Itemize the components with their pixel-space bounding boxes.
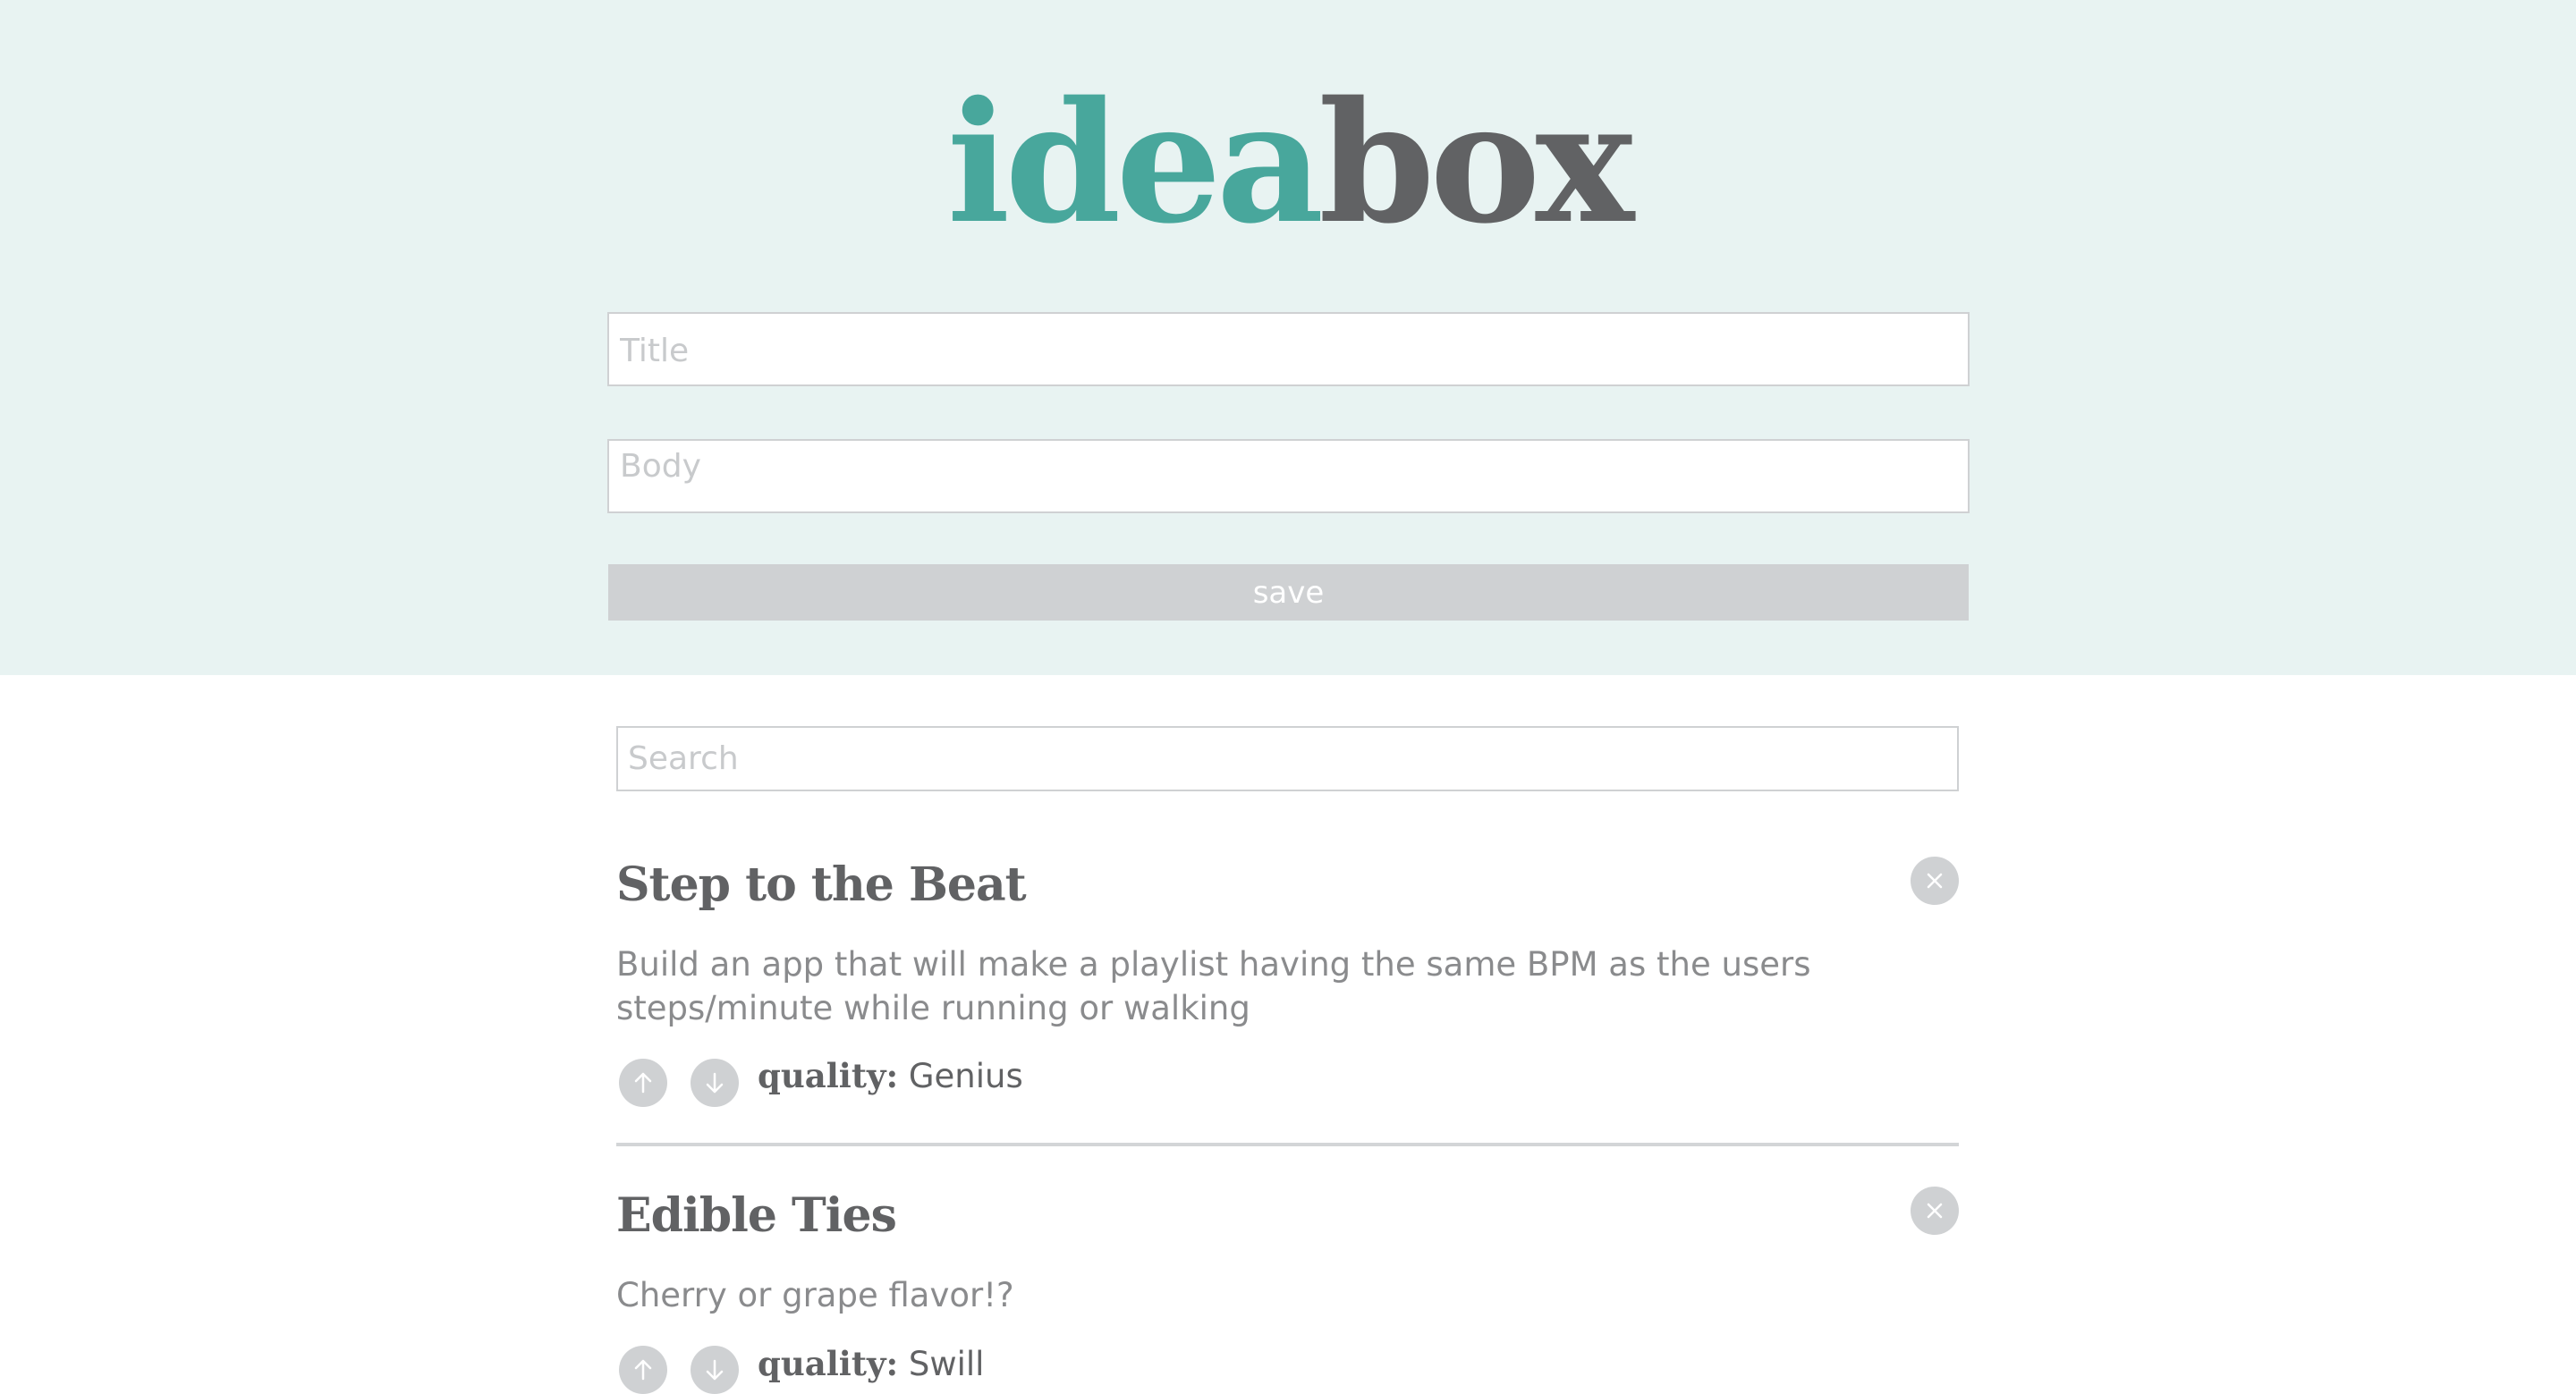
idea-title: Step to the Beat: [616, 858, 1027, 912]
idea-divider: [616, 1143, 1959, 1146]
idea-body: Build an app that will make a playlist h…: [616, 945, 1811, 1027]
header: ideabox save: [0, 0, 2576, 675]
quality-label: quality:: [758, 1056, 899, 1095]
body-input[interactable]: [607, 439, 1970, 513]
arrow-up-icon: [634, 1072, 652, 1094]
quality-value: Swill: [908, 1345, 985, 1383]
idea-card: Edible Ties Cherry or grape flavor!? qua…: [616, 1185, 1959, 1394]
downvote-button[interactable]: [691, 1346, 739, 1394]
search-input[interactable]: [616, 726, 1959, 791]
downvote-button[interactable]: [691, 1059, 739, 1107]
quality: quality: Swill: [758, 1341, 984, 1387]
quality: quality: Genius: [758, 1053, 1023, 1099]
save-button[interactable]: save: [608, 564, 1969, 621]
upvote-button[interactable]: [619, 1346, 667, 1394]
logo-box: box: [1318, 64, 1634, 260]
delete-button[interactable]: [1911, 1187, 1959, 1235]
arrow-up-icon: [634, 1359, 652, 1381]
quality-label: quality:: [758, 1344, 899, 1383]
quality-value: Genius: [908, 1057, 1023, 1095]
close-icon: [1927, 873, 1943, 889]
logo-idea: idea: [946, 64, 1325, 260]
title-input[interactable]: [607, 312, 1970, 386]
arrow-down-icon: [706, 1359, 724, 1381]
arrow-down-icon: [706, 1072, 724, 1094]
logo: ideabox: [0, 64, 2576, 261]
upvote-button[interactable]: [619, 1059, 667, 1107]
close-icon: [1927, 1203, 1943, 1219]
idea-title: Edible Ties: [616, 1188, 897, 1243]
delete-button[interactable]: [1911, 857, 1959, 905]
idea-card: Step to the Beat Build an app that will …: [616, 854, 1959, 1107]
idea-body: Cherry or grape flavor!?: [616, 1276, 1014, 1314]
